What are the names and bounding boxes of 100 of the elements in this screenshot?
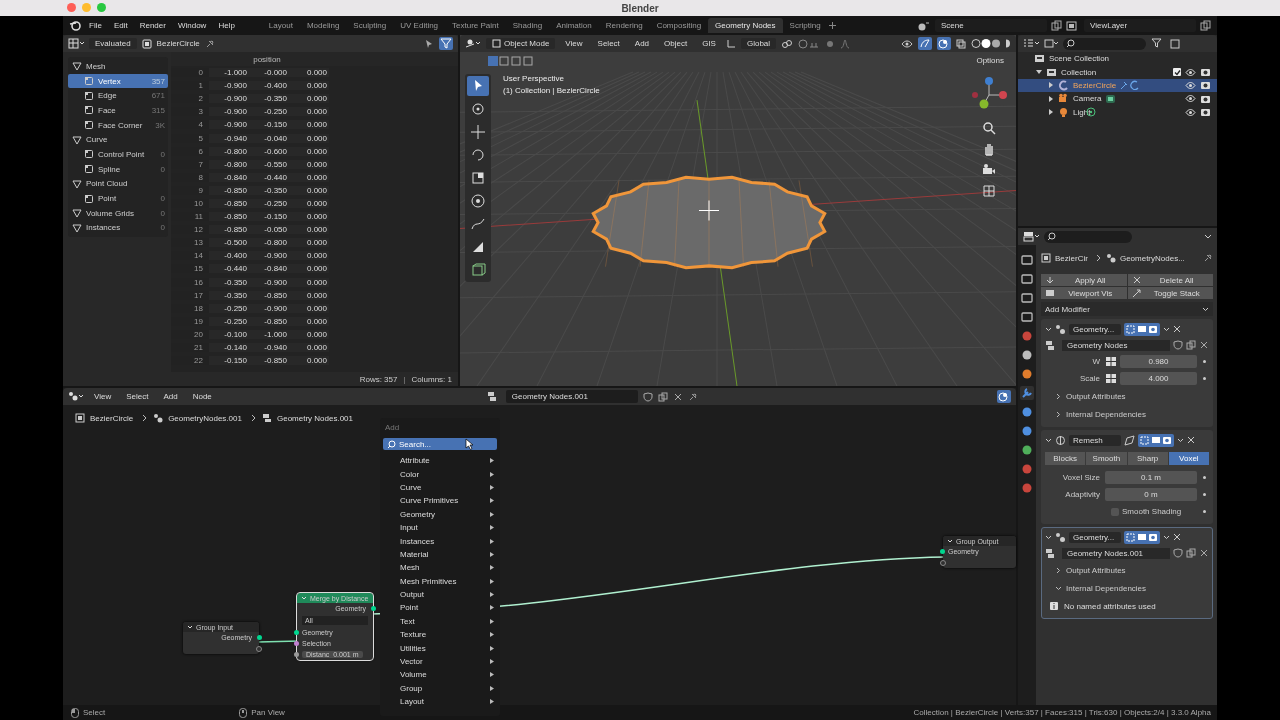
menu-item[interactable]: Output: [380, 587, 500, 602]
editor-type-icon[interactable]: [68, 391, 84, 402]
stack-button[interactable]: Toggle Stack: [1127, 287, 1213, 299]
breadcrumb-item[interactable]: GeometryNodes.001: [168, 413, 242, 423]
menu-item[interactable]: Curve Primitives: [380, 494, 500, 508]
logo-icon[interactable]: [69, 19, 82, 32]
layers-icon[interactable]: [1066, 19, 1080, 32]
tab-icon[interactable]: [1020, 291, 1034, 305]
collapse-icon[interactable]: [187, 624, 193, 630]
close-icon[interactable]: [1199, 548, 1209, 558]
menu-item[interactable]: Input: [380, 520, 500, 535]
domain-item[interactable]: Edge 671: [68, 88, 168, 104]
menu-item[interactable]: Help: [213, 19, 240, 32]
stack-button[interactable]: Delete All: [1127, 274, 1213, 286]
tab-icon[interactable]: [1020, 253, 1034, 267]
workspace-tab[interactable]: Texture Paint: [445, 18, 506, 33]
workspace-tab[interactable]: Rendering: [598, 18, 650, 33]
copy-icon[interactable]: [1186, 548, 1196, 558]
search-field[interactable]: [1044, 230, 1132, 243]
menu-item[interactable]: Select: [121, 390, 154, 403]
number-field[interactable]: 0 m: [1105, 488, 1197, 501]
menu-item[interactable]: Add: [629, 37, 655, 50]
properties-icon[interactable]: [1023, 231, 1039, 242]
add-modifier-dropdown[interactable]: Add Modifier: [1041, 302, 1213, 316]
tab-icon[interactable]: [1020, 405, 1034, 419]
plus-icon[interactable]: [827, 21, 837, 30]
visibility-toggles[interactable]: [1138, 433, 1174, 447]
menu-item[interactable]: Object: [659, 37, 693, 50]
mode-tab[interactable]: Blocks: [1045, 452, 1086, 465]
menu-item[interactable]: Window: [172, 19, 212, 32]
checkbox[interactable]: [1173, 68, 1181, 77]
chevron-down-icon[interactable]: [1204, 233, 1212, 240]
eye-icon[interactable]: [901, 38, 913, 49]
socket-icon[interactable]: [294, 641, 299, 646]
tab-icon[interactable]: [1020, 310, 1034, 324]
domain-item[interactable]: Curve: [68, 132, 168, 148]
attribute-toggle-icon[interactable]: [1105, 356, 1117, 367]
collapsed-icon[interactable]: [1048, 95, 1054, 102]
new-collection-icon[interactable]: [1170, 38, 1181, 49]
wrench-icon[interactable]: [1020, 386, 1034, 400]
number-field[interactable]: 4.000: [1120, 372, 1197, 385]
socket-icon[interactable]: [940, 549, 945, 554]
visibility-toggles[interactable]: [1124, 322, 1160, 336]
domain-item[interactable]: Face Corner 3K: [68, 117, 168, 133]
menu-item[interactable]: GIS: [697, 37, 721, 50]
node-tree-field[interactable]: Geometry Nodes.001: [505, 390, 638, 403]
outliner-item[interactable]: Camera: [1018, 92, 1217, 106]
hand-icon[interactable]: [982, 142, 996, 156]
menu-item[interactable]: Group: [380, 681, 500, 696]
socket-icon[interactable]: [257, 635, 262, 640]
menu-item[interactable]: Select: [592, 37, 625, 50]
domain-item[interactable]: Vertex 357: [68, 73, 168, 89]
menu-item[interactable]: Edit: [108, 19, 133, 32]
eye-icon[interactable]: [1185, 107, 1196, 117]
menu-item[interactable]: Utilities: [380, 641, 500, 655]
workspace-tab[interactable]: Layout: [261, 18, 300, 33]
modifier-name-field[interactable]: Geometry...: [1069, 323, 1121, 335]
menu-item[interactable]: Instances: [380, 534, 500, 548]
menu-item[interactable]: Mesh Primitives: [380, 574, 500, 588]
mode-dropdown[interactable]: Object Mode: [486, 38, 556, 49]
menu-item[interactable]: Volume: [380, 668, 500, 682]
menu-item[interactable]: Mesh: [380, 561, 500, 575]
workspace-tab[interactable]: Sculpting: [346, 18, 394, 33]
domain-item[interactable]: Mesh: [68, 59, 168, 74]
menu-item[interactable]: Texture: [380, 628, 500, 642]
socket-icon[interactable]: [371, 606, 376, 611]
pin-icon[interactable]: [1203, 253, 1213, 263]
workspace-tab[interactable]: Modeling: [299, 18, 347, 33]
workspace-tab[interactable]: Compositing: [649, 18, 709, 33]
domain-item[interactable]: Face 315: [68, 103, 168, 118]
subpanel-header[interactable]: Internal Dependencies: [1045, 580, 1209, 596]
snap-icon[interactable]: [798, 38, 821, 49]
edit-mode-icon[interactable]: [1124, 434, 1135, 446]
pin-icon[interactable]: [687, 391, 698, 402]
collapse-icon[interactable]: [1045, 437, 1052, 443]
subpanel-header[interactable]: Output Attributes: [1045, 388, 1209, 404]
scene-field[interactable]: Scene: [935, 19, 1047, 32]
workspace-tab[interactable]: UV Editing: [393, 18, 446, 33]
search-field[interactable]: [1063, 37, 1146, 50]
menu-item[interactable]: View: [89, 390, 117, 403]
orientation-dropdown[interactable]: Global: [740, 38, 777, 49]
mode-dropdown[interactable]: Evaluated: [89, 38, 137, 49]
workspace-tab[interactable]: Geometry Nodes: [708, 18, 783, 33]
collapse-icon[interactable]: [1045, 534, 1052, 540]
filter-icon[interactable]: [439, 37, 453, 50]
xray-icon[interactable]: [956, 38, 966, 49]
menu-item[interactable]: Add: [158, 390, 183, 403]
menu-item[interactable]: View: [560, 37, 588, 50]
copy-icon[interactable]: [1200, 20, 1211, 31]
outliner-item[interactable]: BezierCircle: [1018, 78, 1217, 93]
breadcrumb-item[interactable]: Geometry Nodes.001: [276, 413, 353, 423]
workspace-tab[interactable]: Scripting: [782, 18, 828, 33]
shield-icon[interactable]: [1173, 340, 1183, 350]
collapsed-icon[interactable]: [1048, 109, 1054, 116]
close-icon[interactable]: [1187, 436, 1195, 444]
mode-tab[interactable]: Sharp: [1127, 452, 1168, 465]
tab-icon[interactable]: [1020, 367, 1034, 381]
spreadsheet-icon[interactable]: [68, 38, 84, 49]
tab-icon[interactable]: [1020, 348, 1034, 362]
pin-icon[interactable]: [204, 38, 215, 49]
